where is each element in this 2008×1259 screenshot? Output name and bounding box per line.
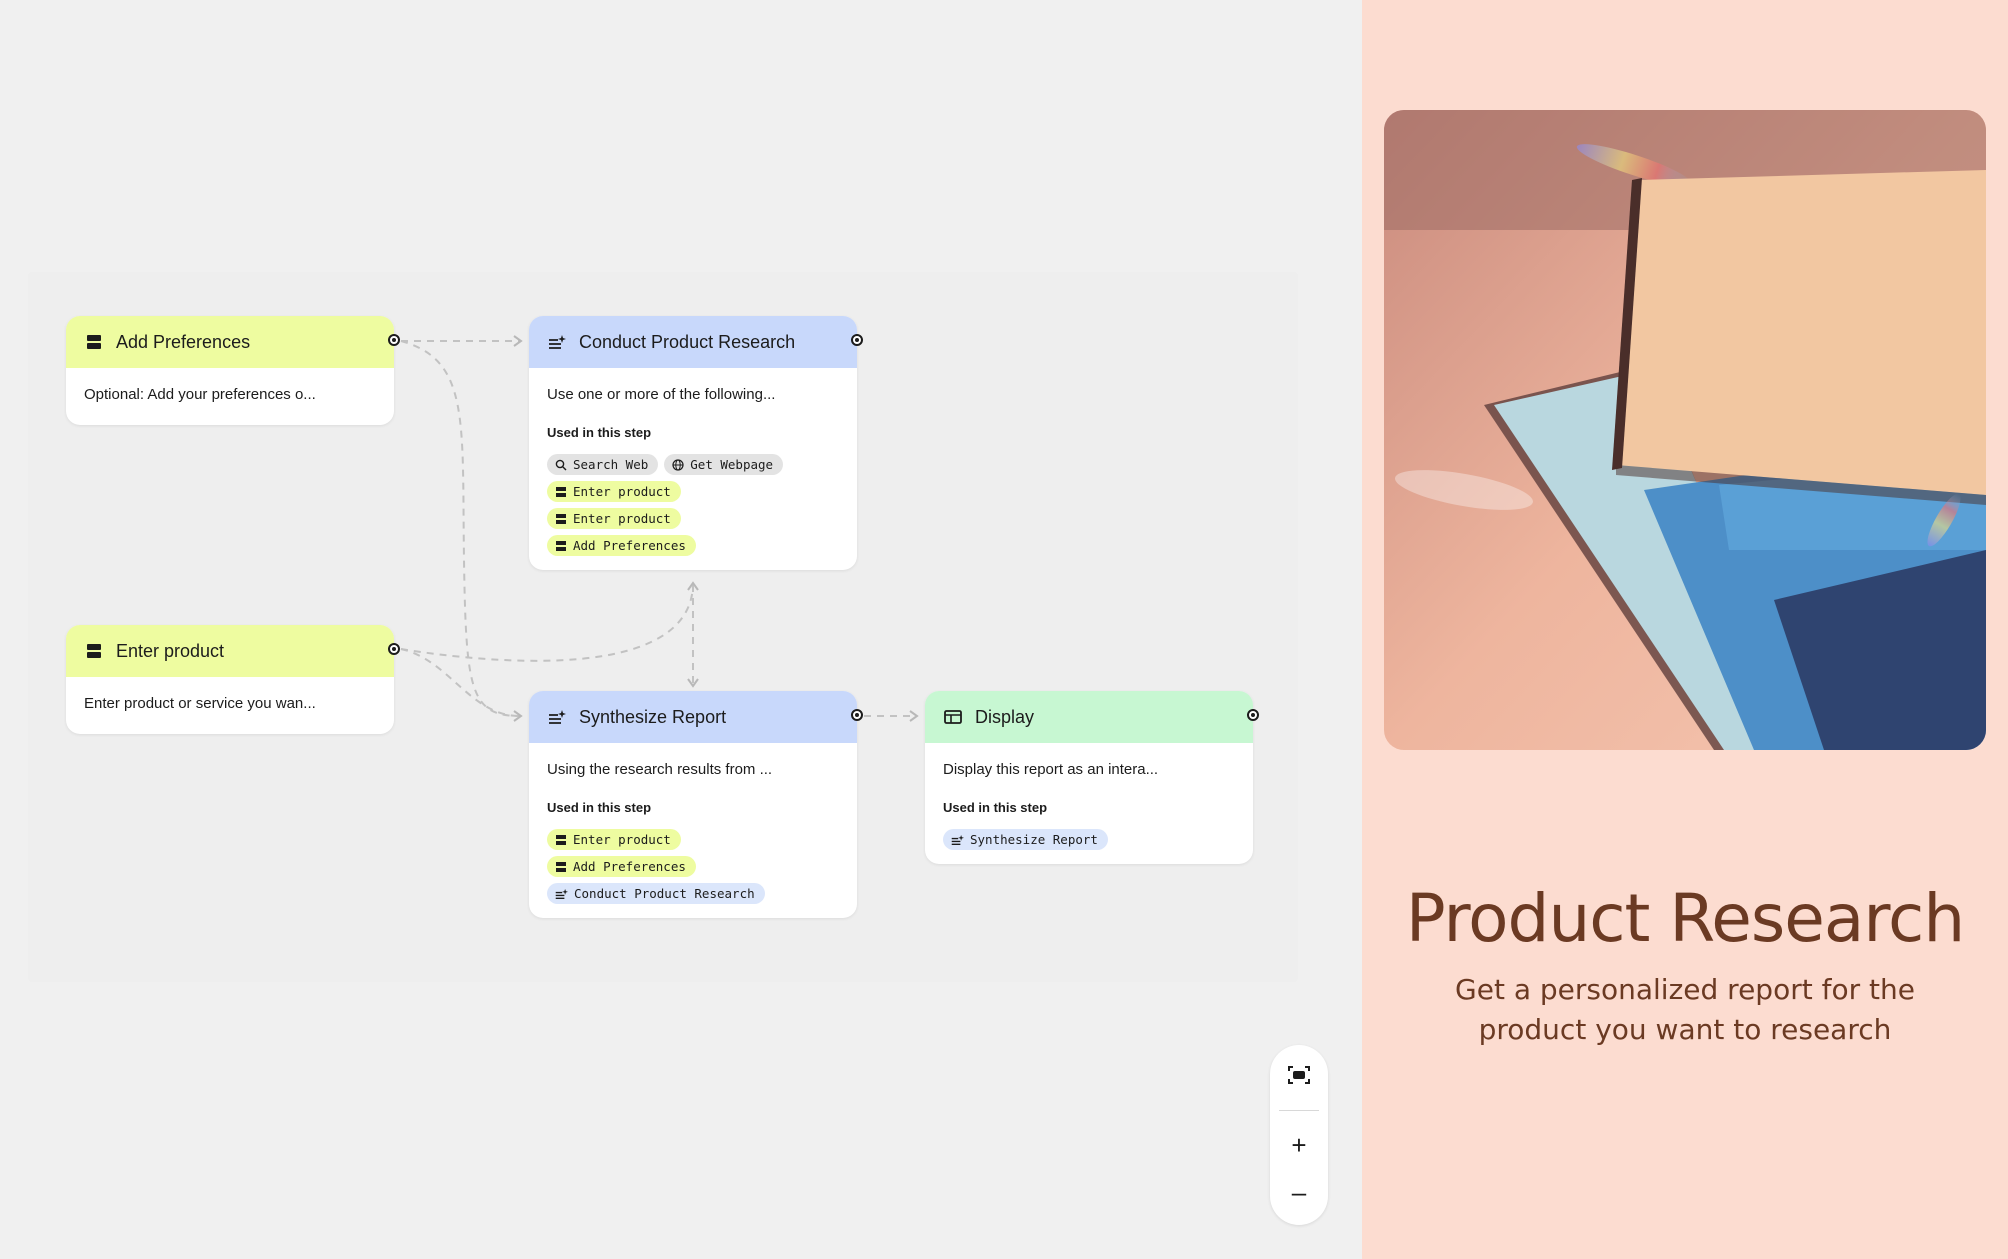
node-title: Add Preferences (116, 331, 251, 352)
node-header[interactable]: Conduct Product Research (529, 316, 863, 368)
output-port[interactable] (388, 334, 400, 346)
minus-icon: – (1291, 1176, 1307, 1207)
sparkle-list-icon (951, 834, 964, 846)
node-title: Conduct Product Research (579, 331, 796, 352)
used-in-step-label: Used in this step (547, 425, 652, 440)
input-field-icon (555, 486, 567, 498)
input-field-icon (555, 540, 567, 552)
fit-to-screen-button[interactable] (1270, 1057, 1328, 1097)
chip-add-preferences[interactable]: Add Preferences (547, 535, 696, 556)
node-title: Enter product (116, 640, 225, 661)
input-field-icon (555, 861, 567, 873)
display-window-icon (943, 707, 963, 727)
app-title: Product Research (1405, 880, 1965, 957)
globe-icon (672, 458, 684, 471)
node-header[interactable]: Synthesize Report (529, 691, 863, 743)
app-subtitle: Get a personalized report for the produc… (1455, 973, 1915, 1046)
chip-enter-product[interactable]: Enter product (547, 829, 681, 850)
sparkle-list-icon (547, 332, 567, 352)
output-port[interactable] (851, 709, 863, 721)
app-info-panel: Product Research Get a personalized repo… (1362, 0, 2008, 1259)
node-title: Display (975, 706, 1035, 727)
node-description: Use one or more of the following... (547, 386, 776, 403)
input-field-icon (555, 834, 567, 846)
node-description: Enter product or service you wan... (84, 695, 316, 712)
zoom-out-button[interactable]: – (1270, 1172, 1328, 1212)
plus-icon: + (1291, 1129, 1307, 1160)
output-port[interactable] (1247, 709, 1259, 721)
sparkle-list-icon (547, 707, 567, 727)
zoom-in-button[interactable]: + (1270, 1125, 1328, 1165)
chip-get-webpage[interactable]: Get Webpage (664, 454, 784, 475)
node-header[interactable]: Enter product (66, 625, 400, 677)
node-description: Optional: Add your preferences o... (84, 386, 316, 403)
node-title: Synthesize Report (579, 706, 727, 727)
node-add-preferences[interactable]: Add Preferences Optional: Add your prefe… (66, 316, 400, 425)
node-description: Display this report as an intera... (943, 761, 1159, 778)
chip-enter-product[interactable]: Enter product (547, 481, 681, 502)
node-header[interactable]: Add Preferences (66, 316, 400, 368)
node-synthesize-report[interactable]: Synthesize Report Using the research res… (529, 691, 863, 918)
chip-search-web[interactable]: Search Web (547, 454, 659, 475)
hero-image (1384, 110, 1986, 750)
search-icon (555, 459, 567, 471)
node-conduct-product-research[interactable]: Conduct Product Research Use one or more… (529, 316, 863, 570)
node-display[interactable]: Display Display this report as an intera… (925, 691, 1259, 864)
divider (1279, 1110, 1319, 1111)
output-port[interactable] (851, 334, 863, 346)
zoom-controls: + – (1270, 1045, 1328, 1225)
input-field-icon (84, 641, 104, 661)
chip-enter-product[interactable]: Enter product (547, 508, 681, 529)
node-header[interactable]: Display (925, 691, 1259, 743)
fit-to-screen-icon (1287, 1065, 1311, 1090)
used-in-step-label: Used in this step (943, 800, 1048, 815)
input-field-icon (555, 513, 567, 525)
sparkle-list-icon (555, 888, 568, 900)
chip-conduct-product-research[interactable]: Conduct Product Research (547, 883, 765, 904)
input-field-icon (84, 332, 104, 352)
node-enter-product[interactable]: Enter product Enter product or service y… (66, 625, 400, 734)
flow-canvas[interactable]: Add Preferences Optional: Add your prefe… (0, 0, 1362, 1259)
node-description: Using the research results from ... (547, 761, 773, 778)
used-in-step-label: Used in this step (547, 800, 652, 815)
chip-synthesize-report[interactable]: Synthesize Report (943, 829, 1108, 850)
chip-add-preferences[interactable]: Add Preferences (547, 856, 696, 877)
output-port[interactable] (388, 643, 400, 655)
